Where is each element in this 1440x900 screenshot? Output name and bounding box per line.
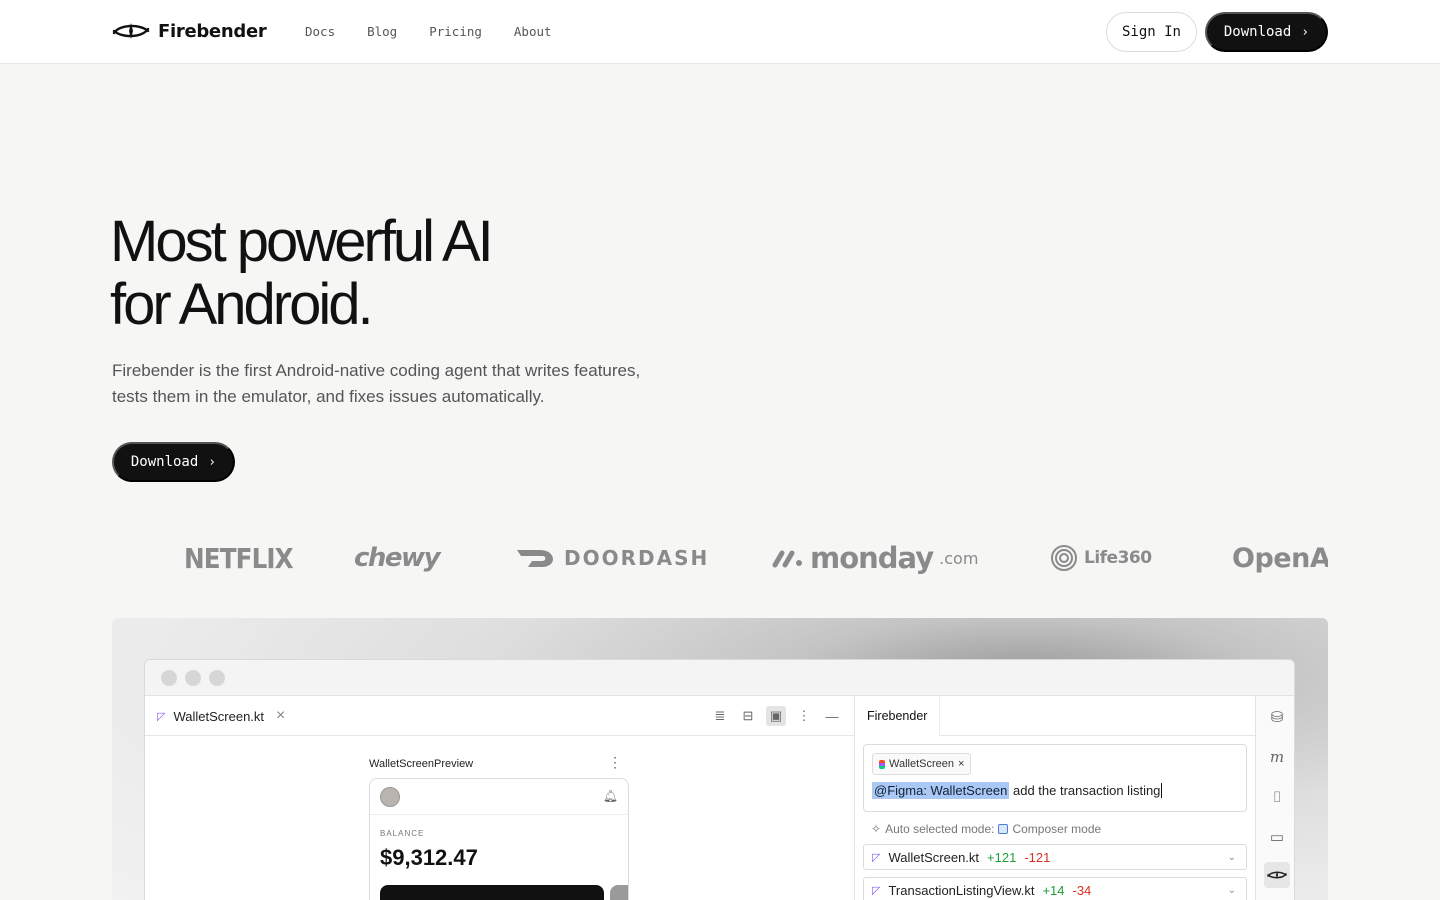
ide-window: ◸ WalletScreen.kt × ≣ ⊟ ▣ ⋮ — WalletScre… <box>144 659 1295 900</box>
split-view-icon[interactable]: ⊟ <box>738 706 758 726</box>
doordash-mark-icon <box>517 550 553 567</box>
firebender-icon[interactable] <box>1264 862 1290 888</box>
nav-download-button[interactable]: Download › <box>1205 12 1328 52</box>
monday-mark-icon <box>772 550 802 568</box>
editor-tab-walletscreen[interactable]: ◸ WalletScreen.kt × <box>157 696 285 736</box>
life360-mark-icon <box>1051 545 1077 571</box>
phone-secondary-button <box>610 885 628 900</box>
mode-indicator: ✧ Auto selected mode: Composer mode <box>871 822 1101 836</box>
prompt-text: @Figma: WalletScreen add the transaction… <box>872 782 1163 799</box>
monday-wordmark: monday <box>810 541 934 575</box>
database-icon[interactable]: ⛁ <box>1264 704 1290 730</box>
changed-file-row[interactable]: ◸ WalletScreen.kt +121 -121 ⌄ <box>863 844 1247 870</box>
window-zoom-dot[interactable] <box>209 670 225 686</box>
firebender-logo-icon <box>112 23 150 39</box>
composer-mode-icon <box>998 824 1009 834</box>
editor-tabbar: ◸ WalletScreen.kt × ≣ ⊟ ▣ ⋮ — <box>145 696 854 736</box>
text-caret <box>1161 783 1163 798</box>
close-icon[interactable]: × <box>276 707 285 725</box>
sparkle-icon: ✧ <box>871 822 882 836</box>
nav-link-about[interactable]: About <box>514 24 552 39</box>
design-view-icon[interactable]: ▣ <box>766 706 786 726</box>
chevron-right-icon: › <box>208 454 217 470</box>
chewy-logo: chewy <box>354 543 441 573</box>
kotlin-file-icon: ◸ <box>872 884 881 897</box>
more-options-icon[interactable]: ⋮ <box>794 706 814 726</box>
tool-strip: ⛁ m ⌷ ▭ <box>1255 696 1294 900</box>
file-name: TransactionListingView.kt <box>888 882 1035 898</box>
netflix-logo: NETFLIX <box>184 541 294 575</box>
nav-links: Docs Blog Pricing About <box>305 24 552 39</box>
mode-name: Composer mode <box>1012 822 1102 836</box>
panel-tabbar: Firebender <box>855 696 1255 736</box>
editor-tab-label: WalletScreen.kt <box>173 708 265 724</box>
kotlin-file-icon: ◸ <box>872 851 881 864</box>
phone-primary-button <box>380 885 604 900</box>
hero-subtitle: Firebender is the first Android-native c… <box>112 361 641 406</box>
lines-removed: -121 <box>1024 849 1051 865</box>
nav-link-pricing[interactable]: Pricing <box>429 24 482 39</box>
window-close-dot[interactable] <box>161 670 177 686</box>
folder-icon[interactable]: ▭ <box>1264 824 1290 850</box>
window-minimize-dot[interactable] <box>185 670 201 686</box>
chevron-right-icon: › <box>1301 24 1310 40</box>
prompt-body: add the transaction listing <box>1009 783 1161 798</box>
life360-logo: Life360 <box>1050 530 1152 586</box>
tab-firebender[interactable]: Firebender <box>855 696 941 736</box>
preview-label: WalletScreenPreview <box>369 758 474 770</box>
context-chip-label: WalletScreen <box>889 758 955 770</box>
bell-icon: 🔔︎ <box>602 789 618 803</box>
phone-preview: 🔔︎ BALANCE $9,312.47 <box>369 778 629 900</box>
firebender-panel: Firebender WalletScreen × @Figma: Wallet… <box>855 696 1255 900</box>
chevron-down-icon[interactable]: ⌄ <box>1228 852 1236 863</box>
chevron-down-icon[interactable]: ⌄ <box>1228 885 1236 896</box>
life360-wordmark: Life360 <box>1084 548 1152 568</box>
minimize-icon[interactable]: — <box>822 706 842 726</box>
monday-suffix: .com <box>939 548 979 568</box>
hero-download-button[interactable]: Download › <box>112 442 235 482</box>
nav-download-label: Download <box>1223 24 1292 40</box>
mode-prefix: Auto selected mode: <box>885 822 995 836</box>
lines-removed: -34 <box>1072 882 1092 898</box>
file-name: WalletScreen.kt <box>888 849 980 865</box>
m-icon[interactable]: m <box>1264 744 1290 770</box>
monday-logo: monday .com <box>772 530 978 586</box>
balance-label: BALANCE <box>380 829 425 838</box>
doordash-wordmark: DOORDASH <box>564 546 710 570</box>
brand-name: Firebender <box>158 20 267 42</box>
editor-pane: ◸ WalletScreen.kt × ≣ ⊟ ▣ ⋮ — WalletScre… <box>145 696 855 900</box>
kotlin-file-icon: ◸ <box>157 710 166 723</box>
window-titlebar <box>145 660 1294 696</box>
brand-logo[interactable]: Firebender <box>112 20 267 42</box>
top-nav: Firebender Docs Blog Pricing About Sign … <box>0 0 1440 64</box>
figma-mention: @Figma: WalletScreen <box>872 782 1010 799</box>
hero-title-line-2: for Android. <box>110 272 374 337</box>
openai-logo: OpenA <box>1232 542 1328 574</box>
changed-file-row[interactable]: ◸ TransactionListingView.kt +14 -34 ⌄ <box>863 877 1247 900</box>
hero-title: Most powerful AI for Android. <box>110 209 494 337</box>
code-view-icon[interactable]: ≣ <box>710 706 730 726</box>
figma-icon <box>879 759 885 769</box>
doordash-logo: DOORDASH <box>516 530 709 586</box>
context-chip[interactable]: WalletScreen × <box>872 753 972 775</box>
nav-link-blog[interactable]: Blog <box>367 24 397 39</box>
nav-link-docs[interactable]: Docs <box>305 24 335 39</box>
lines-added: +14 <box>1042 882 1065 898</box>
lines-added: +121 <box>987 849 1017 865</box>
firebender-logo-icon <box>1267 870 1287 880</box>
preview-more-icon[interactable]: ⋮ <box>608 754 622 771</box>
phone-header: 🔔︎ <box>370 779 628 815</box>
bookmark-icon[interactable]: ⌷ <box>1264 784 1290 810</box>
sign-in-button[interactable]: Sign In <box>1106 12 1197 52</box>
customer-logos: NETFLIX chewy DOORDASH monday .com Life36… <box>112 530 1328 586</box>
composer-input[interactable]: WalletScreen × @Figma: WalletScreen add … <box>863 744 1247 812</box>
editor-toolbar: ≣ ⊟ ▣ ⋮ — <box>710 706 842 726</box>
avatar <box>380 787 400 807</box>
hero-title-line-1: Most powerful AI <box>110 209 494 274</box>
chip-close-icon[interactable]: × <box>958 758 964 770</box>
hero-download-label: Download <box>130 454 199 470</box>
product-showcase: ◸ WalletScreen.kt × ≣ ⊟ ▣ ⋮ — WalletScre… <box>112 618 1328 900</box>
balance-amount: $9,312.47 <box>380 845 478 870</box>
